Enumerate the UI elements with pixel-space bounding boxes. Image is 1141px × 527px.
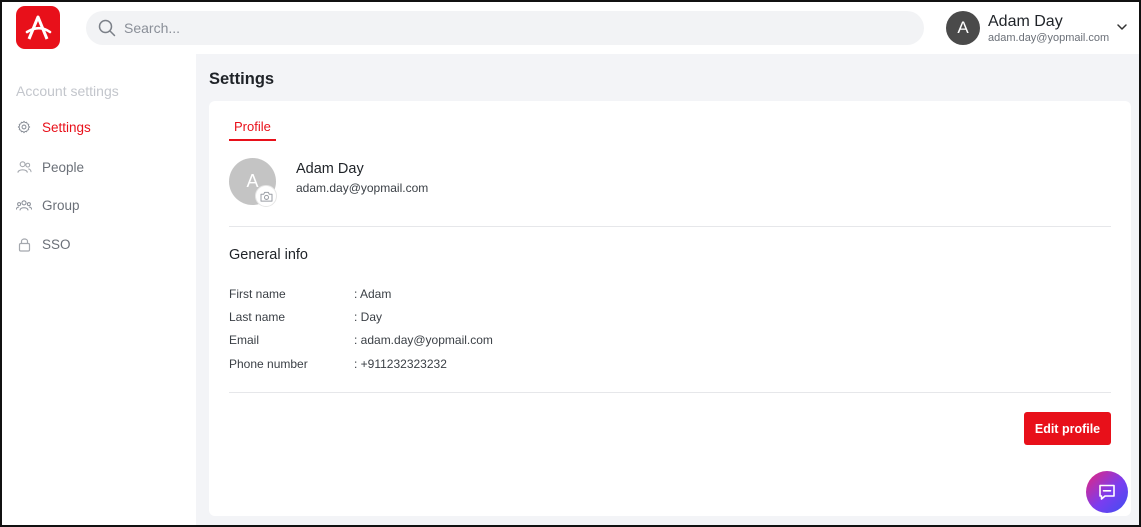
edit-profile-button[interactable]: Edit profile [1024,412,1111,445]
info-value: : adam.day@yopmail.com [354,333,493,347]
people-icon [16,159,32,175]
sidebar-item-label: People [42,159,85,175]
search-bar[interactable] [86,11,924,45]
divider [229,392,1111,393]
profile-email: adam.day@yopmail.com [296,181,429,195]
group-icon [16,197,32,213]
search-icon [98,19,116,37]
sidebar-heading: Account settings [16,83,119,99]
info-label: First name [229,287,286,301]
user-info: Adam Day adam.day@yopmail.com [988,12,1109,45]
sidebar-item-label: Group [42,197,80,213]
info-label: Email [229,333,260,347]
main-content: Settings Profile A Adam Day adam.day@yop… [196,54,1139,525]
user-menu[interactable]: A Adam Day adam.day@yopmail.com [946,8,1136,48]
sidebar-item-group[interactable]: Group [16,195,80,215]
top-bar: A Adam Day adam.day@yopmail.com [2,2,1139,54]
sidebar-item-sso[interactable]: SSO [16,234,71,254]
divider [229,226,1111,227]
user-avatar[interactable]: A [946,11,980,45]
profile-name: Adam Day [296,161,364,177]
sidebar-item-label: Settings [42,119,91,135]
tab-profile[interactable]: Profile [229,119,276,141]
search-input[interactable] [124,20,884,36]
profile-card: Profile A Adam Day adam.day@yopmail.com … [209,101,1131,516]
gear-icon [16,119,32,135]
info-label: Phone number [229,357,308,371]
sidebar-item-label: SSO [42,236,71,252]
general-info-title: General info [229,247,308,263]
sidebar: Account settings Settings People Group S… [2,54,196,525]
page-title: Settings [209,70,275,88]
info-label: Last name [229,310,286,324]
app-window: A Adam Day adam.day@yopmail.com Account … [0,0,1141,527]
user-email: adam.day@yopmail.com [988,31,1110,44]
info-value: : +911232323232 [354,357,447,371]
lock-icon [16,236,32,252]
user-name: Adam Day [988,12,1063,30]
chevron-down-icon[interactable] [1116,21,1128,33]
chat-button[interactable] [1086,471,1128,513]
chat-icon [1099,484,1115,500]
sidebar-item-people[interactable]: People [16,157,84,177]
logo-a-icon [25,15,52,40]
info-value: : Day [354,310,383,324]
change-photo-button[interactable] [255,185,277,207]
app-logo[interactable] [16,6,60,49]
camera-icon [259,191,273,202]
sidebar-item-settings[interactable]: Settings [16,117,91,137]
info-value: : Adam [354,287,392,301]
